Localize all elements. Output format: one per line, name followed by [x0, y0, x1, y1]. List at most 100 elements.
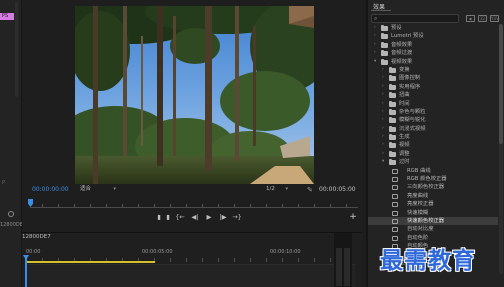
- effects-folder-item[interactable]: › 音频效果: [368, 41, 498, 49]
- work-area-bar[interactable]: [27, 261, 155, 263]
- ruler-tick: [218, 204, 219, 207]
- program-monitor: 00:00:00:00 适合 ▾ 1/2 ▾ ✎ 00:00:05:00 ▮ ▮…: [22, 0, 362, 232]
- effects-folder-item[interactable]: ▾ 过时: [368, 158, 498, 166]
- timeline-sequence-tab[interactable]: 12800DE7: [22, 234, 51, 240]
- chevron-right-icon[interactable]: ›: [374, 24, 376, 32]
- effects-folder-item[interactable]: › 音频过渡: [368, 49, 498, 57]
- effect-item-label: 音频效果: [391, 41, 413, 48]
- chevron-right-icon[interactable]: ›: [382, 141, 384, 149]
- effects-search-input[interactable]: [382, 15, 456, 23]
- audio-meter-bar: [336, 248, 342, 286]
- yuv-effects-icon[interactable]: YUV: [490, 15, 499, 22]
- effect-item-label: 视频效果: [391, 58, 413, 65]
- effects-folder-item[interactable]: › 调整: [368, 150, 498, 158]
- folder-icon: [381, 41, 388, 48]
- step-back-button[interactable]: ◀|: [190, 212, 200, 223]
- chevron-right-icon[interactable]: ›: [374, 49, 376, 57]
- chevron-right-icon[interactable]: ›: [374, 41, 376, 49]
- effect-item-label: 预设: [391, 25, 402, 31]
- accelerated-effects-icon[interactable]: ▪: [466, 15, 475, 22]
- chevron-right-icon[interactable]: ›: [382, 125, 384, 133]
- effect-item-label: 亮度曲线: [407, 192, 429, 199]
- fit-dropdown[interactable]: 适合 ▾: [80, 185, 116, 194]
- ruler-tick: [186, 204, 187, 207]
- folder-icon: [389, 83, 396, 90]
- chevron-right-icon[interactable]: ›: [382, 150, 384, 158]
- ruler-tick: [234, 204, 235, 207]
- chevron-right-icon[interactable]: ›: [374, 32, 376, 40]
- ruler-tick: [202, 204, 203, 207]
- chevron-right-icon[interactable]: ›: [382, 66, 384, 74]
- resolution-dropdown[interactable]: 1/2 ▾: [266, 185, 288, 194]
- 32bit-effects-icon[interactable]: 32: [478, 15, 487, 22]
- effect-item[interactable]: 自动对比度: [368, 225, 498, 233]
- effect-item[interactable]: RGB 颜色校正器: [368, 175, 498, 183]
- effects-folder-item[interactable]: › 预设: [368, 24, 498, 32]
- effect-item-label: 实用程序: [399, 83, 421, 90]
- go-to-out-button[interactable]: →}: [232, 212, 242, 223]
- left-scrollbar[interactable]: [15, 2, 18, 97]
- effects-folder-item[interactable]: › 实用程序: [368, 83, 498, 91]
- ruler-tick: [314, 204, 315, 207]
- chevron-right-icon[interactable]: ›: [382, 74, 384, 82]
- effect-item-label: RGB 颜色校正器: [407, 176, 447, 183]
- chevron-right-icon[interactable]: ›: [382, 83, 384, 91]
- chevron-right-icon[interactable]: ›: [382, 133, 384, 141]
- effect-item[interactable]: RGB 曲线: [368, 167, 498, 175]
- effect-item[interactable]: 三向颜色校正器: [368, 183, 498, 191]
- current-timecode[interactable]: 00:00:00:00: [32, 186, 69, 193]
- effects-folder-item[interactable]: › 扭曲: [368, 91, 498, 99]
- chevron-right-icon[interactable]: ›: [382, 108, 384, 116]
- ruler-tick: [218, 258, 219, 262]
- effects-search-box[interactable]: ⌕: [371, 14, 459, 23]
- ruler-tick: [266, 258, 267, 262]
- chevron-down-icon: ▾: [285, 186, 288, 192]
- zoom-handle-icon[interactable]: [8, 211, 14, 217]
- wrench-icon[interactable]: ✎: [307, 186, 315, 194]
- effect-item[interactable]: 快速颜色校正器: [368, 216, 498, 226]
- playhead-icon[interactable]: [28, 199, 33, 207]
- effect-item[interactable]: 亮度曲线: [368, 192, 498, 200]
- effects-folder-item[interactable]: ▾ 视频效果: [368, 58, 498, 66]
- effect-item-label: 图像控制: [399, 75, 421, 82]
- chevron-right-icon[interactable]: ›: [382, 116, 384, 124]
- effects-folder-item[interactable]: › 视频: [368, 141, 498, 149]
- effects-folder-item[interactable]: › Lumetri 预设: [368, 32, 498, 40]
- timeline-playhead-line[interactable]: [25, 257, 27, 287]
- ruler-tick: [298, 258, 299, 262]
- effect-icon: [392, 202, 398, 208]
- monitor-time-ruler[interactable]: [22, 198, 362, 212]
- effects-folder-item[interactable]: › 生成: [368, 133, 498, 141]
- effects-folder-item[interactable]: › 图像控制: [368, 74, 498, 82]
- project-badge[interactable]: PS: [0, 13, 14, 20]
- scrub-track[interactable]: [30, 207, 358, 208]
- ruler-tick: [330, 258, 331, 262]
- timeline-track[interactable]: [25, 264, 355, 287]
- video-preview: [75, 6, 314, 184]
- chevron-right-icon[interactable]: ›: [382, 100, 384, 108]
- effects-folder-item[interactable]: › 模糊与锐化: [368, 116, 498, 124]
- effects-scrollbar-thumb[interactable]: [499, 24, 503, 144]
- effects-scrollbar[interactable]: [499, 24, 503, 274]
- effect-item[interactable]: 快速模糊: [368, 209, 498, 217]
- effects-folder-item[interactable]: › 时间: [368, 100, 498, 108]
- go-to-in-button[interactable]: {←: [175, 212, 185, 223]
- effect-item[interactable]: 亮度校正器: [368, 200, 498, 208]
- effect-icon: [392, 185, 398, 191]
- search-icon: ⌕: [374, 15, 378, 22]
- folder-icon: [389, 159, 396, 166]
- chevron-right-icon[interactable]: ›: [382, 91, 384, 99]
- play-button[interactable]: ▶: [204, 212, 214, 223]
- folder-icon: [389, 150, 396, 157]
- add-button[interactable]: +: [348, 212, 358, 223]
- chevron-down-icon[interactable]: ▾: [374, 58, 376, 66]
- effect-item-label: 过时: [399, 159, 410, 166]
- effects-folder-item[interactable]: › 变换: [368, 66, 498, 74]
- effects-folder-item[interactable]: › 杂色与颗粒: [368, 108, 498, 116]
- effect-item-label: 自动对比度: [407, 226, 434, 233]
- mark-out-button[interactable]: ▮: [163, 212, 173, 223]
- chevron-down-icon[interactable]: ▾: [382, 158, 384, 166]
- step-forward-button[interactable]: |▶: [218, 212, 228, 223]
- effect-item-label: 扭曲: [399, 92, 410, 99]
- effects-folder-item[interactable]: › 沉浸式视频: [368, 125, 498, 133]
